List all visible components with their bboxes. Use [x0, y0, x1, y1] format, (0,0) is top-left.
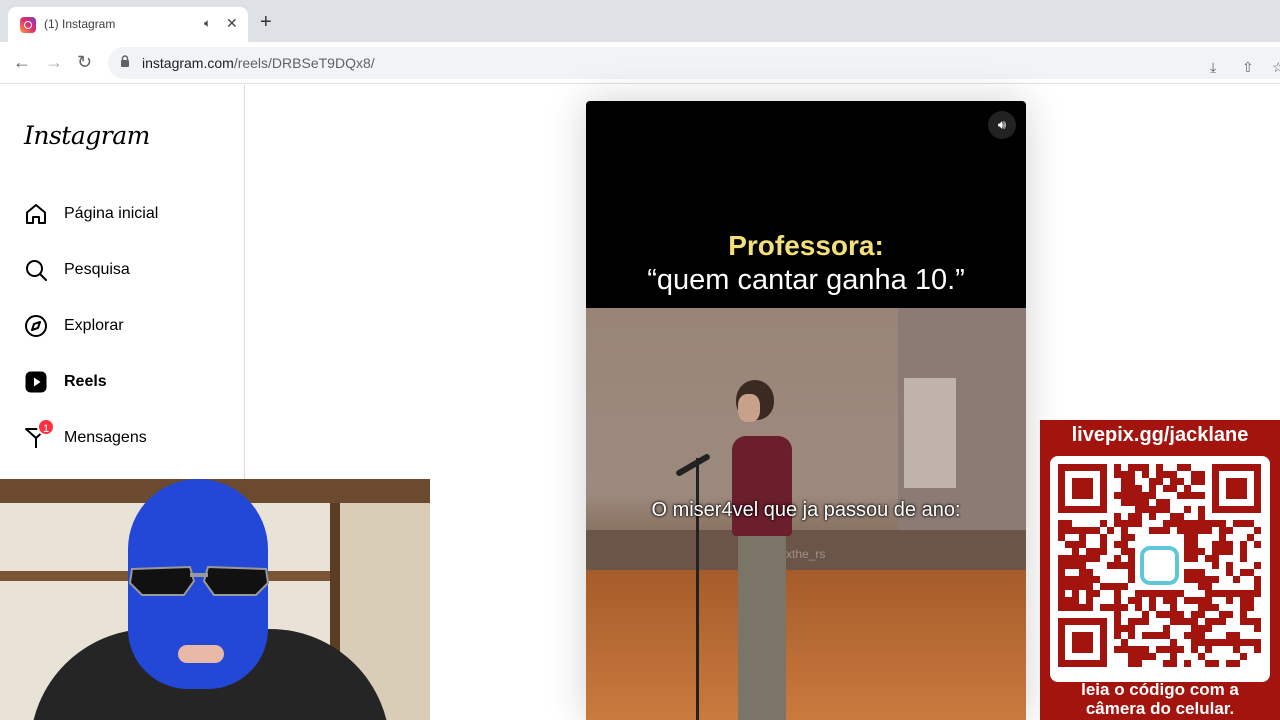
- sidebar-item-label: Página inicial: [64, 205, 159, 222]
- livepix-overlay: livepix.gg/jacklane leia o código com a …: [1040, 420, 1280, 720]
- livepix-url: livepix.gg/jacklane: [1071, 424, 1249, 446]
- browser-tab[interactable]: (1) Instagram 🔈︎ ✕: [8, 7, 248, 42]
- browser-tab-strip: (1) Instagram 🔈︎ ✕ +: [0, 0, 1280, 42]
- share-icon[interactable]: ⇧: [1242, 59, 1254, 76]
- forward-arrow-icon[interactable]: →: [45, 52, 63, 72]
- install-app-icon[interactable]: ⤓: [1210, 59, 1216, 76]
- sidebar-item-reels[interactable]: Reels: [24, 362, 234, 402]
- speaker-icon[interactable]: 🔈︎: [204, 16, 211, 31]
- sidebar-item-label: Pesquisa: [64, 261, 130, 278]
- instagram-favicon-icon: [20, 17, 36, 33]
- tab-title: (1) Instagram: [44, 17, 116, 31]
- url-path: /reels/DRBSeT9DQx8/: [233, 55, 375, 71]
- url-text: instagram.com/reels/DRBSeT9DQx8/: [142, 55, 375, 71]
- address-bar[interactable]: instagram.com/reels/DRBSeT9DQx8/ ⤓ ⇧ ☆: [108, 47, 1280, 79]
- stage-floor: [586, 570, 1026, 720]
- background-door: [904, 378, 956, 488]
- reel-title-line2: “quem cantar ganha 10.”: [647, 264, 965, 296]
- back-arrow-icon[interactable]: ←: [13, 52, 31, 72]
- sidebar-item-label: Explorar: [64, 317, 124, 334]
- sidebar-item-home[interactable]: Página inicial: [24, 194, 234, 234]
- reel-title-line1: Professora:: [728, 230, 884, 261]
- livepix-instruction-line1: leia o código com a: [1081, 680, 1239, 699]
- sidebar-item-messages[interactable]: 1 Mensagens: [24, 418, 234, 458]
- sidebar-item-explore[interactable]: Explorar: [24, 306, 234, 346]
- reel-caption: O miser4vel que ja passou de ano:: [651, 499, 961, 521]
- close-icon[interactable]: ✕: [226, 15, 238, 32]
- webcam-sunglasses: [128, 565, 270, 596]
- webcam-mouth: [178, 645, 224, 663]
- url-host: instagram.com: [142, 55, 234, 71]
- qr-code-graphic: [1058, 464, 1261, 667]
- lock-icon: [121, 55, 129, 67]
- sidebar-item-label: Mensagens: [64, 429, 147, 446]
- home-icon: [26, 204, 46, 224]
- sidebar-item-label: Reels: [64, 373, 107, 390]
- instagram-logo[interactable]: Instagram: [24, 121, 150, 150]
- reels-icon: [25, 371, 47, 393]
- qr-code: [1050, 456, 1270, 682]
- browser-toolbar: ← → ↻ instagram.com/reels/DRBSeT9DQx8/ ⤓…: [0, 42, 1280, 84]
- person-legs: [738, 534, 786, 720]
- person-face: [738, 394, 760, 422]
- livepix-instruction-line2: câmera do celular.: [1085, 699, 1235, 718]
- sidebar-item-search[interactable]: Pesquisa: [24, 250, 234, 290]
- reload-icon[interactable]: ↻: [77, 52, 92, 72]
- reel-watermark: xthe_rs: [786, 547, 826, 561]
- webcam-overlay: [0, 479, 430, 720]
- new-tab-button[interactable]: +: [260, 12, 272, 32]
- notification-badge: 1: [37, 418, 55, 436]
- reel-player[interactable]: Professora: “quem cantar ganha 10.” O mi…: [586, 101, 1026, 720]
- microphone: [675, 452, 711, 478]
- bookmark-star-icon[interactable]: ☆: [1272, 59, 1280, 76]
- compass-icon: [25, 315, 47, 337]
- search-icon: [26, 260, 47, 281]
- volume-icon[interactable]: 🔊︎: [988, 111, 1016, 139]
